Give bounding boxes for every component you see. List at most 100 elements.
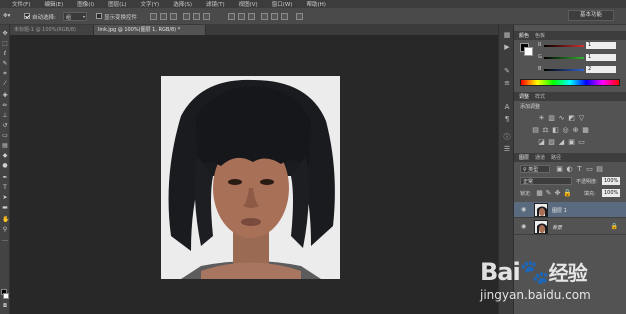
quick-mask-icon[interactable]: ◘ bbox=[2, 303, 8, 309]
brightness-contrast-icon[interactable]: ☀ bbox=[538, 115, 545, 122]
layer-row-background[interactable]: ◉ 背景 🔒 bbox=[514, 219, 626, 235]
actions-icon[interactable]: ▶ bbox=[503, 43, 511, 51]
channel-mixer-icon[interactable]: ⊕ bbox=[572, 127, 579, 134]
layer-name[interactable]: 图层 1 bbox=[552, 207, 567, 214]
crop-tool-icon[interactable]: ⌗ bbox=[2, 71, 8, 77]
auto-select-checkbox[interactable] bbox=[24, 13, 30, 19]
auto-align-icon[interactable] bbox=[296, 13, 303, 20]
hand-tool-icon[interactable]: ✋ bbox=[2, 217, 9, 223]
layer-name[interactable]: 背景 bbox=[552, 224, 562, 231]
info-icon[interactable]: ⓘ bbox=[503, 133, 511, 141]
distribute-vcenter-icon[interactable] bbox=[238, 13, 245, 20]
background-color-swatch[interactable] bbox=[3, 293, 9, 299]
invert-icon[interactable]: ◪ bbox=[538, 139, 545, 146]
align-vcenter-icon[interactable] bbox=[160, 13, 167, 20]
move-tool-icon[interactable]: ✥▾ bbox=[3, 13, 10, 19]
transform-controls-checkbox[interactable] bbox=[96, 13, 102, 19]
filter-adjustment-icon[interactable]: ◐ bbox=[566, 166, 573, 173]
lock-image-icon[interactable]: ✎ bbox=[545, 190, 552, 197]
pen-tool-icon[interactable]: ✒ bbox=[2, 175, 8, 181]
channel-g-value[interactable]: 1 bbox=[586, 54, 616, 61]
eraser-tool-icon[interactable]: ▭ bbox=[2, 133, 8, 139]
color-balance-icon[interactable]: ⚖ bbox=[542, 127, 549, 134]
filter-shape-icon[interactable]: ▭ bbox=[586, 166, 593, 173]
curves-icon[interactable]: ∿ bbox=[558, 115, 565, 122]
channel-r-value[interactable]: 1 bbox=[586, 42, 616, 49]
tab-untitled[interactable]: 未标题-1 @ 100%(RGB/8) bbox=[10, 25, 94, 35]
dodge-tool-icon[interactable]: ● bbox=[2, 163, 8, 169]
menu-image[interactable]: 图像(I) bbox=[77, 0, 94, 8]
tab-swatches[interactable]: 色板 bbox=[535, 32, 545, 39]
tab-link-jpg[interactable]: link.jpg @ 100%(图层 1, RGB/8) * bbox=[94, 25, 206, 35]
vibrance-icon[interactable]: ▽ bbox=[578, 115, 585, 122]
tab-adjustments[interactable]: 调整 bbox=[519, 93, 529, 100]
threshold-icon[interactable]: ◢ bbox=[558, 139, 565, 146]
lock-transparent-icon[interactable]: ▦ bbox=[536, 190, 543, 197]
distribute-hcenter-icon[interactable] bbox=[271, 13, 278, 20]
character-icon[interactable]: A bbox=[503, 103, 511, 111]
tab-color[interactable]: 颜色 bbox=[519, 32, 529, 39]
menu-edit[interactable]: 编辑(E) bbox=[44, 0, 63, 8]
visibility-eye-icon[interactable]: ◉ bbox=[521, 206, 526, 213]
brush-icon[interactable]: ≡ bbox=[503, 79, 511, 87]
menu-filter[interactable]: 滤镜(T) bbox=[206, 0, 225, 8]
levels-icon[interactable]: ▥ bbox=[548, 115, 555, 122]
menu-view[interactable]: 视图(V) bbox=[239, 0, 258, 8]
path-select-icon[interactable]: ➤ bbox=[2, 195, 8, 201]
quick-select-icon[interactable]: ✎ bbox=[2, 61, 8, 67]
more-tools-icon[interactable]: … bbox=[2, 237, 8, 243]
tab-channels[interactable]: 通道 bbox=[535, 154, 545, 161]
menu-help[interactable]: 帮助(H) bbox=[306, 0, 325, 8]
align-bottom-icon[interactable] bbox=[170, 13, 177, 20]
menu-window[interactable]: 窗口(W) bbox=[272, 0, 293, 8]
move-tool-icon[interactable]: ✥ bbox=[2, 31, 8, 37]
align-right-icon[interactable] bbox=[203, 13, 210, 20]
distribute-bottom-icon[interactable] bbox=[248, 13, 255, 20]
filter-smart-icon[interactable]: ▤ bbox=[596, 166, 603, 173]
portrait-image[interactable] bbox=[161, 76, 340, 279]
clone-stamp-icon[interactable]: ⊥ bbox=[2, 113, 8, 119]
color-lookup-icon[interactable]: ▦ bbox=[582, 127, 589, 134]
menu-type[interactable]: 文字(Y) bbox=[141, 0, 160, 8]
filter-type-icon[interactable]: T bbox=[576, 166, 583, 173]
menu-select[interactable]: 选择(S) bbox=[173, 0, 192, 8]
zoom-tool-icon[interactable]: ⚲ bbox=[2, 227, 8, 233]
channel-r-slider[interactable] bbox=[544, 45, 584, 47]
history-brush-icon[interactable]: ↺ bbox=[2, 123, 8, 129]
layer-row-layer1[interactable]: ◉ 图层 1 bbox=[514, 202, 626, 218]
lock-all-icon[interactable]: 🔒 bbox=[563, 190, 572, 197]
blend-mode-dropdown[interactable]: 正常 bbox=[520, 177, 572, 185]
healing-brush-icon[interactable]: ✚ bbox=[2, 93, 8, 99]
lock-position-icon[interactable]: ✥ bbox=[554, 190, 561, 197]
align-hcenter-icon[interactable] bbox=[193, 13, 200, 20]
posterize-icon[interactable]: ▧ bbox=[548, 139, 555, 146]
lasso-tool-icon[interactable]: ℓ bbox=[2, 51, 8, 57]
color-spectrum-bar[interactable] bbox=[520, 79, 620, 86]
menu-layer[interactable]: 图层(L) bbox=[108, 0, 126, 8]
menu-file[interactable]: 文件(F) bbox=[12, 0, 30, 8]
photo-filter-icon[interactable]: ◎ bbox=[562, 127, 569, 134]
distribute-right-icon[interactable] bbox=[281, 13, 288, 20]
exposure-icon[interactable]: ◩ bbox=[568, 115, 575, 122]
channel-b-value[interactable]: 2 bbox=[586, 66, 616, 73]
paragraph-icon[interactable]: ¶ bbox=[503, 115, 511, 123]
hue-saturation-icon[interactable]: ▤ bbox=[532, 127, 539, 134]
type-tool-icon[interactable]: T bbox=[2, 185, 8, 191]
visibility-eye-icon[interactable]: ◉ bbox=[521, 223, 526, 230]
black-white-icon[interactable]: ◧ bbox=[552, 127, 559, 134]
tab-layers[interactable]: 图层 bbox=[519, 154, 529, 161]
distribute-left-icon[interactable] bbox=[261, 13, 268, 20]
history-icon[interactable]: ▦ bbox=[503, 31, 511, 39]
layer-kind-filter[interactable]: ⚲ 类型 bbox=[520, 165, 550, 173]
brush-tool-icon[interactable]: ✏ bbox=[2, 103, 8, 109]
shape-tool-icon[interactable]: ▬ bbox=[2, 205, 8, 211]
selective-color-icon[interactable]: ▣ bbox=[568, 139, 575, 146]
channel-g-slider[interactable] bbox=[544, 57, 584, 59]
properties-icon[interactable]: ☰ bbox=[503, 145, 511, 153]
channel-b-slider[interactable] bbox=[544, 69, 584, 71]
background-swatch[interactable] bbox=[524, 47, 533, 56]
tab-paths[interactable]: 路径 bbox=[551, 154, 561, 161]
distribute-top-icon[interactable] bbox=[228, 13, 235, 20]
fill-field[interactable]: 100% bbox=[602, 189, 620, 197]
marquee-tool-icon[interactable]: ⬚ bbox=[2, 41, 8, 47]
